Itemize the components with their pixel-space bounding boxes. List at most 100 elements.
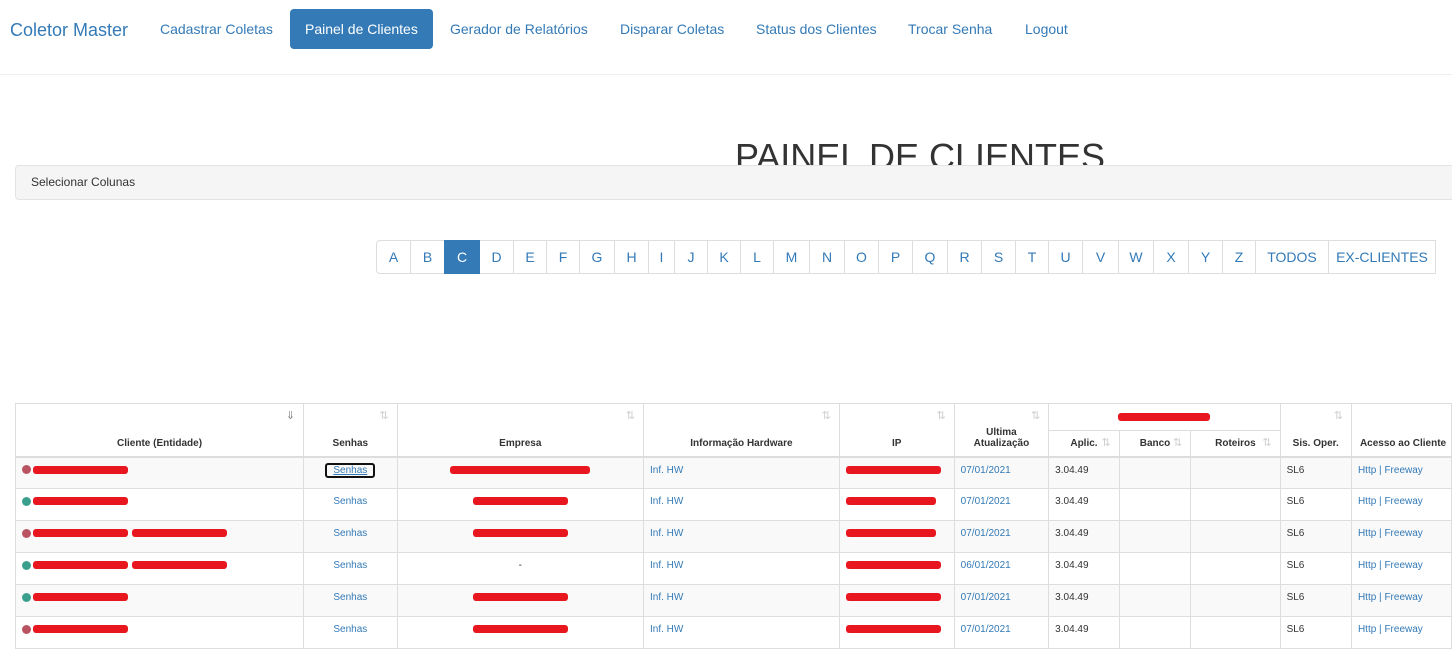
update-date-link[interactable]: 06/01/2021 <box>961 560 1011 571</box>
page-letter-r[interactable]: R <box>947 240 982 274</box>
nav-trocar-senha[interactable]: Trocar Senha <box>893 9 1007 49</box>
page-letter-j[interactable]: J <box>674 240 708 274</box>
page-letter-o[interactable]: O <box>844 240 879 274</box>
freeway-link[interactable]: Freeway <box>1384 496 1422 507</box>
page-letter-e[interactable]: E <box>513 240 547 274</box>
inf-hw-link[interactable]: Inf. HW <box>650 528 683 539</box>
redacted-text <box>450 465 591 474</box>
page-letter-n[interactable]: N <box>809 240 845 274</box>
header-label: IP <box>892 437 902 449</box>
nav-painel-de-clientes[interactable]: Painel de Clientes <box>290 9 433 49</box>
page-letter-u[interactable]: U <box>1048 240 1083 274</box>
page-letter-q[interactable]: Q <box>912 240 948 274</box>
sort-icon[interactable]: ⇅ <box>1262 436 1271 449</box>
cell-hardware: Inf. HW <box>643 616 840 649</box>
page-letter-todos[interactable]: TODOS <box>1255 240 1329 274</box>
page-letter-x[interactable]: X <box>1153 240 1189 274</box>
update-date-link[interactable]: 07/01/2021 <box>961 592 1011 603</box>
sort-icon[interactable]: ⇅ <box>822 409 831 422</box>
cell-acesso: Http | Freeway <box>1350 456 1452 489</box>
cell-aplic: 3.04.49 <box>1048 488 1120 521</box>
page-letter-y[interactable]: Y <box>1188 240 1223 274</box>
page-letter-a[interactable]: A <box>376 240 411 274</box>
nav-status-dos-clientes[interactable]: Status dos Clientes <box>741 9 892 49</box>
freeway-link[interactable]: Freeway <box>1384 624 1422 635</box>
http-link[interactable]: Http <box>1358 465 1376 476</box>
sort-icon[interactable]: ⇅ <box>936 409 945 422</box>
senhas-link[interactable]: Senhas <box>333 528 367 539</box>
http-link[interactable]: Http <box>1358 496 1376 507</box>
cell-cliente <box>14 552 305 585</box>
column-header-empresa[interactable]: ⇅ Empresa <box>396 403 645 458</box>
page-letter-f[interactable]: F <box>546 240 580 274</box>
page-letter-l[interactable]: L <box>740 240 774 274</box>
column-header-ip[interactable]: ⇅ IP <box>838 403 955 458</box>
freeway-link[interactable]: Freeway <box>1384 592 1422 603</box>
nav-logout[interactable]: Logout <box>1010 9 1083 49</box>
sort-icon[interactable]: ⇅ <box>1334 409 1343 422</box>
page-letter-h[interactable]: H <box>614 240 649 274</box>
http-link[interactable]: Http <box>1358 624 1376 635</box>
http-link[interactable]: Http <box>1358 560 1376 571</box>
sort-icon[interactable]: ⇅ <box>1031 409 1040 422</box>
page-letter-d[interactable]: D <box>479 240 514 274</box>
select-columns-panel[interactable]: Selecionar Colunas <box>15 165 1452 200</box>
update-date-link[interactable]: 07/01/2021 <box>961 624 1011 635</box>
nav-cadastrar-coletas[interactable]: Cadastrar Coletas <box>145 9 288 49</box>
freeway-link[interactable]: Freeway <box>1384 528 1422 539</box>
column-header-roteiros[interactable]: ⇅ Roteiros <box>1190 430 1281 458</box>
senhas-link[interactable]: Senhas <box>325 462 376 478</box>
senhas-link[interactable]: Senhas <box>333 496 367 507</box>
sort-desc-icon[interactable]: ⇓ <box>286 409 295 422</box>
nav-gerador-de-relatorios[interactable]: Gerador de Relatórios <box>435 9 603 49</box>
sort-icon[interactable]: ⇅ <box>1173 436 1182 449</box>
page-letter-s[interactable]: S <box>981 240 1016 274</box>
brand-link[interactable]: Coletor Master <box>10 20 128 41</box>
header-label: Empresa <box>499 437 542 449</box>
column-header-ultima-atualizacao[interactable]: ⇅ Ultima Atualização <box>953 403 1050 458</box>
inf-hw-link[interactable]: Inf. HW <box>650 624 683 635</box>
page-letter-t[interactable]: T <box>1015 240 1049 274</box>
inf-hw-link[interactable]: Inf. HW <box>650 496 683 507</box>
page-letter-v[interactable]: V <box>1082 240 1119 274</box>
update-date-link[interactable]: 07/01/2021 <box>961 528 1011 539</box>
page-letter-w[interactable]: W <box>1118 240 1154 274</box>
cell-acesso: Http | Freeway <box>1350 616 1452 649</box>
freeway-link[interactable]: Freeway <box>1384 465 1422 476</box>
status-dot-icon <box>22 624 31 634</box>
page-letter-ex-clientes[interactable]: EX-CLIENTES <box>1328 240 1436 274</box>
column-header-senhas[interactable]: ⇅ Senhas <box>303 403 398 458</box>
column-header-sis-oper[interactable]: ⇅ Sis. Oper. <box>1279 403 1352 458</box>
update-date-link[interactable]: 07/01/2021 <box>961 496 1011 507</box>
column-header-cliente[interactable]: ⇓ Cliente (Entidade) <box>14 403 305 458</box>
update-date-link[interactable]: 07/01/2021 <box>961 465 1011 476</box>
inf-hw-link[interactable]: Inf. HW <box>650 560 683 571</box>
page-letter-c[interactable]: C <box>444 240 480 274</box>
senhas-link[interactable]: Senhas <box>333 624 367 635</box>
sort-icon[interactable]: ⇅ <box>379 409 388 422</box>
page-letter-g[interactable]: G <box>579 240 615 274</box>
senhas-link[interactable]: Senhas <box>333 560 367 571</box>
http-link[interactable]: Http <box>1358 592 1376 603</box>
page-letter-i[interactable]: I <box>648 240 675 274</box>
sort-icon[interactable]: ⇅ <box>626 409 635 422</box>
senhas-link[interactable]: Senhas <box>333 592 367 603</box>
column-header-aplic[interactable]: ⇅ Aplic. <box>1048 430 1120 458</box>
page-letter-p[interactable]: P <box>878 240 913 274</box>
cell-cliente <box>14 456 305 489</box>
column-header-banco[interactable]: ⇅ Banco <box>1118 430 1192 458</box>
page-letter-k[interactable]: K <box>707 240 741 274</box>
header-label: Informação Hardware <box>690 437 793 449</box>
nav-disparar-coletas[interactable]: Disparar Coletas <box>605 9 739 49</box>
freeway-link[interactable]: Freeway <box>1384 560 1422 571</box>
inf-hw-link[interactable]: Inf. HW <box>650 592 683 603</box>
inf-hw-link[interactable]: Inf. HW <box>650 465 683 476</box>
column-header-hardware[interactable]: ⇅ Informação Hardware <box>643 403 840 458</box>
sort-icon[interactable]: ⇅ <box>1102 436 1111 449</box>
page-letter-m[interactable]: M <box>773 240 810 274</box>
page-letter-z[interactable]: Z <box>1222 240 1256 274</box>
cell-senhas: Senhas <box>303 520 398 553</box>
column-header-acesso[interactable]: Acesso ao Cliente <box>1350 403 1452 458</box>
page-letter-b[interactable]: B <box>410 240 445 274</box>
http-link[interactable]: Http <box>1358 528 1376 539</box>
